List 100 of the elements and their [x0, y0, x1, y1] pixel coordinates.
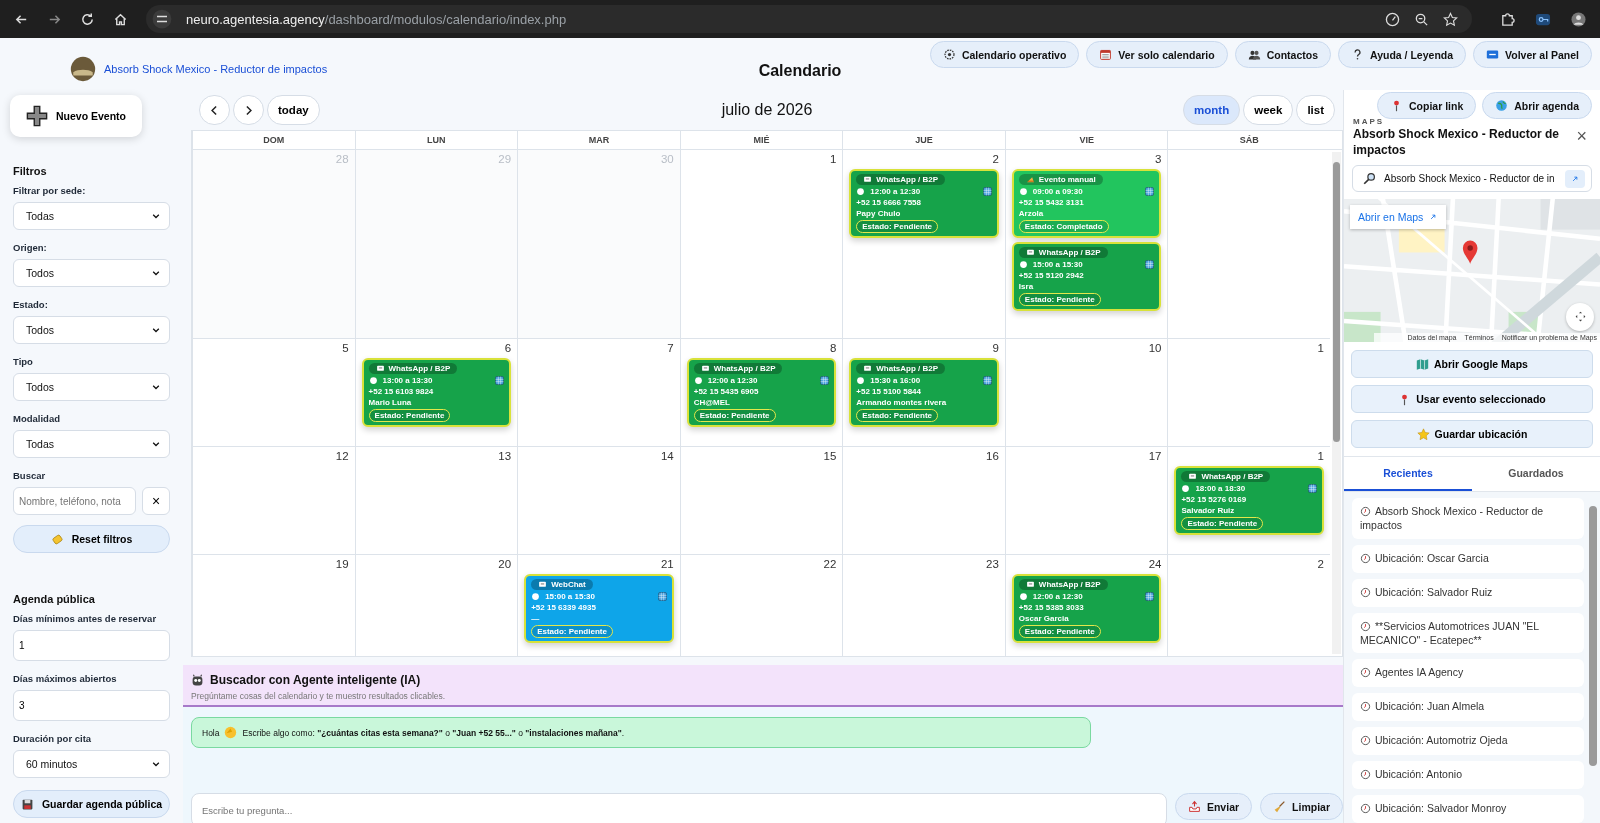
open-external-button[interactable]	[1565, 169, 1585, 188]
day-cell[interactable]: 5	[192, 339, 355, 446]
next-button[interactable]	[233, 95, 264, 125]
chat-icon	[1188, 472, 1198, 481]
chevron-down-icon	[151, 439, 161, 449]
select-field[interactable]: Todos	[13, 316, 170, 344]
broom-icon	[1273, 800, 1287, 813]
day-cell[interactable]: 1 WhatsApp / B2P 18:00 a 18:30 +52 15 5276 0169 Salvador Ruiz Estado: Pendiente	[1167, 447, 1330, 554]
day-cell[interactable]: 13	[354, 447, 518, 554]
header-button[interactable]: Calendario operativo	[929, 41, 1080, 68]
day-cell[interactable]: 16	[842, 447, 1005, 554]
send-button[interactable]: Enviar	[1174, 793, 1253, 820]
select-field[interactable]: Todas	[13, 430, 170, 458]
today-button[interactable]: today	[267, 95, 320, 125]
day-cell[interactable]: 17	[1004, 447, 1168, 554]
header-button[interactable]: Contactos	[1234, 41, 1331, 68]
clear-chat-button[interactable]: Limpiar	[1260, 793, 1343, 820]
close-button[interactable]: ×	[1572, 126, 1591, 147]
day-cell[interactable]: 9 WhatsApp / B2P 15:30 a 16:00 +52 15 5100 5844 Armando montes rivera Estado: Pendiente	[842, 339, 1005, 446]
event-card[interactable]: WebChat 15:00 a 15:30 +52 15 6339 4935 — Estado: Pendiente	[524, 574, 674, 643]
recent-location-item[interactable]: **Servicios Automotrices JUAN "EL MECANICO" - Ecatepec**	[1352, 612, 1584, 653]
event-card[interactable]: WhatsApp / B2P 18:00 a 18:30 +52 15 5276 0169 Salvador Ruiz Estado: Pendiente	[1174, 466, 1324, 535]
recent-location-item[interactable]: Ubicación: Salvador Monroy	[1352, 795, 1584, 823]
location-tab[interactable]: Guardados	[1472, 457, 1600, 492]
brand-link[interactable]: Absorb Shock Mexico - Reductor de impactos	[104, 63, 328, 75]
map-top-button[interactable]: Abrir agenda	[1482, 92, 1592, 119]
select-field[interactable]: 60 minutos	[13, 750, 170, 778]
view-tab[interactable]: list	[1296, 95, 1335, 125]
day-cell[interactable]: 22	[679, 555, 843, 656]
open-in-maps-button[interactable]: Abrir en Maps	[1350, 204, 1447, 229]
new-event-button[interactable]: Nuevo Evento	[10, 95, 142, 137]
day-cell[interactable]: 1	[1167, 339, 1330, 446]
previous-button[interactable]	[199, 95, 230, 125]
event-phone: +52 15 5432 3131	[1018, 198, 1084, 207]
select-field[interactable]: Todos	[13, 373, 170, 401]
status-tag: Estado: Pendiente	[856, 220, 939, 233]
map-action-button[interactable]: Usar evento seleccionado	[1351, 385, 1593, 414]
header-button[interactable]: Ver solo calendario	[1086, 41, 1228, 68]
day-cell[interactable]: 10	[1004, 339, 1168, 446]
scrollbar[interactable]	[1332, 152, 1341, 654]
select-field[interactable]: Todas	[13, 202, 170, 230]
day-cell[interactable]: 20	[354, 555, 518, 656]
day-cell[interactable]: 21 WebChat 15:00 a 15:30 +52 15 6339 4935 — Estado: Pendiente	[517, 555, 680, 656]
recent-location-item[interactable]: Ubicación: Automotriz Ojeda	[1352, 727, 1584, 755]
view-tab[interactable]: month	[1183, 95, 1241, 125]
channel-tag: WhatsApp / B2P	[368, 363, 458, 374]
event-card[interactable]: WhatsApp / B2P 12:00 a 12:30 +52 15 5385 3033 Oscar Garcia Estado: Pendiente	[1011, 574, 1162, 643]
status-tag: Estado: Pendiente	[531, 625, 613, 638]
zoom-icon	[1414, 11, 1429, 27]
day-cell[interactable]: 12	[192, 447, 355, 554]
day-cell[interactable]: 2	[1167, 555, 1330, 656]
day-cell[interactable]: 15	[679, 447, 843, 554]
day-cell[interactable]: 3 Evento manual 09:00 a 09:30 +52 15 5432 3131 Arzola Estado: Completado WhatsApp / B2P 15:00 a 15:30 +52 15 5120 2942 Isra Estado: Pendiente	[1004, 150, 1168, 338]
day-cell[interactable]: 14	[517, 447, 680, 554]
event-card[interactable]: WhatsApp / B2P 13:00 a 13:30 +52 15 6103 9824 Mario Luna Estado: Pendiente	[361, 358, 512, 427]
channel-tag: WhatsApp / B2P	[1018, 247, 1108, 258]
recent-location-item[interactable]: Absorb Shock Mexico - Reductor de impactos	[1352, 498, 1584, 539]
address-bar[interactable]: neuro.agentesia.agency/dashboard/modulos/calendario/index.php	[146, 5, 1472, 33]
day-cell[interactable]: 6 WhatsApp / B2P 13:00 a 13:30 +52 15 6103 9824 Mario Luna Estado: Pendiente	[354, 339, 518, 446]
event-card[interactable]: WhatsApp / B2P 15:30 a 16:00 +52 15 5100 5844 Armando montes rivera Estado: Pendiente	[849, 358, 999, 427]
day-number: 13	[498, 450, 512, 462]
day-cell[interactable]: 7	[517, 339, 680, 446]
event-card[interactable]: WhatsApp / B2P 12:00 a 12:30 +52 15 6666 7558 Papy Chulo Estado: Pendiente	[849, 169, 999, 238]
place-search-field[interactable]: Absorb Shock Mexico - Reductor de in	[1352, 165, 1592, 192]
day-cell[interactable]: 24 WhatsApp / B2P 12:00 a 12:30 +52 15 5385 3033 Oscar Garcia Estado: Pendiente	[1004, 555, 1168, 656]
day-cell[interactable]: 1	[679, 150, 843, 338]
recent-location-item[interactable]: Ubicación: Salvador Ruiz	[1352, 578, 1584, 607]
number-field[interactable]: 1	[13, 630, 170, 661]
event-card[interactable]: WhatsApp / B2P 12:00 a 12:30 +52 15 5435 6905 CH@MEL Estado: Pendiente	[686, 358, 837, 427]
event-name: CH@MEL	[693, 398, 730, 407]
recent-location-item[interactable]: Agentes IA Agency	[1352, 659, 1584, 687]
recent-location-item[interactable]: Ubicación: Antonio	[1352, 761, 1584, 789]
recent-location-item[interactable]: Ubicación: Juan Almela	[1352, 693, 1584, 721]
search-field[interactable]: Nombre, teléfono, nota	[13, 487, 136, 515]
question-field[interactable]: Escribe tu pregunta...	[191, 793, 1167, 823]
day-cell[interactable]: 2 WhatsApp / B2P 12:00 a 12:30 +52 15 6666 7558 Papy Chulo Estado: Pendiente	[842, 150, 1005, 338]
day-cell[interactable]: 8 WhatsApp / B2P 12:00 a 12:30 +52 15 5435 6905 CH@MEL Estado: Pendiente	[679, 339, 843, 446]
field-label: Días máximos abiertos	[13, 673, 118, 684]
map-action-button[interactable]: Guardar ubicación	[1351, 420, 1593, 449]
event-time: 09:00 a 09:30	[1032, 187, 1083, 196]
view-tab[interactable]: week	[1243, 95, 1294, 125]
reset-filters-button[interactable]: Reset filtros	[13, 525, 170, 553]
header-button[interactable]: Volver al Panel	[1473, 41, 1592, 68]
map-top-button[interactable]: Copiar link	[1376, 92, 1477, 119]
chat-icon	[863, 175, 873, 184]
search-icon	[1363, 172, 1376, 186]
map-action-button[interactable]: Abrir Google Maps	[1351, 350, 1593, 379]
recent-location-item[interactable]: Ubicación: Oscar Garcia	[1352, 544, 1584, 573]
header-button[interactable]: Ayuda / Leyenda	[1338, 41, 1467, 68]
event-name: Salvador Ruiz	[1181, 506, 1235, 515]
select-field[interactable]: Todos	[13, 259, 170, 287]
event-card[interactable]: WhatsApp / B2P 15:00 a 15:30 +52 15 5120 2942 Isra Estado: Pendiente	[1011, 242, 1162, 311]
save-public-agenda-button[interactable]: Guardar agenda pública	[13, 790, 170, 818]
calendar-icon	[1145, 260, 1155, 269]
number-field[interactable]: 3	[13, 690, 170, 721]
event-card[interactable]: Evento manual 09:00 a 09:30 +52 15 5432 3131 Arzola Estado: Completado	[1011, 169, 1162, 238]
clear-button[interactable]: ×	[142, 487, 170, 515]
day-cell[interactable]: 19	[192, 555, 355, 656]
event-phone: +52 15 6666 7558	[856, 198, 921, 207]
day-cell[interactable]: 23	[842, 555, 1005, 656]
